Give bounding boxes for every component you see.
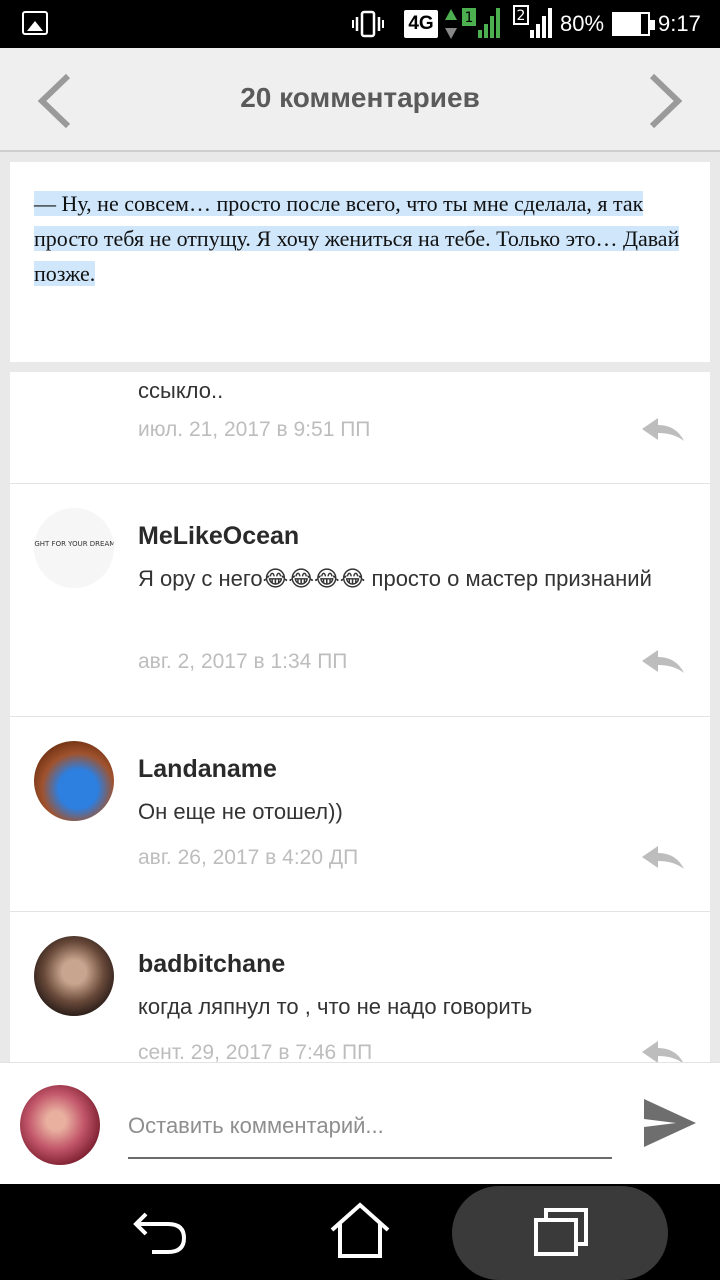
sim1-badge: 1 bbox=[465, 10, 474, 26]
comment-text: Он еще не отошел)) bbox=[138, 799, 343, 824]
status-bar: 4G 1 2 80% 9:17 bbox=[0, 0, 720, 48]
page-title: 20 комментариев bbox=[240, 82, 480, 113]
battery-percent: 80% bbox=[560, 11, 605, 36]
avatar[interactable] bbox=[34, 936, 114, 1016]
reply-icon[interactable] bbox=[640, 843, 686, 873]
comment-composer bbox=[0, 1062, 720, 1184]
my-avatar bbox=[20, 1085, 100, 1165]
clock: 9:17 bbox=[658, 11, 701, 36]
chevron-right-icon[interactable] bbox=[644, 72, 686, 130]
comment-item: Landaname Он еще не отошел)) авг. 26, 20… bbox=[10, 717, 710, 912]
comment-item: badbitchane когда ляпнул то , что не над… bbox=[10, 912, 710, 1062]
comment-text: Я ору с него😂😂😂😂 просто о мастер признан… bbox=[138, 566, 652, 591]
signal-icon: 1 bbox=[462, 8, 500, 38]
vibrate-icon bbox=[352, 10, 384, 38]
comment-date: авг. 2, 2017 в 1:34 ПП bbox=[138, 650, 348, 673]
comment-item: ссыкло.. июл. 21, 2017 в 9:51 ПП bbox=[10, 372, 710, 484]
system-nav-bar bbox=[0, 1184, 720, 1280]
comment-author[interactable]: MeLikeOcean bbox=[138, 521, 299, 551]
reply-icon[interactable] bbox=[640, 647, 686, 677]
comment-item: FIGHT FOR YOUR DREAMS MeLikeOcean Я ору … bbox=[10, 484, 710, 717]
highlighted-quote: — Ну, не совсем… просто после всего, что… bbox=[34, 191, 680, 286]
battery-icon bbox=[612, 12, 655, 36]
comment-text: ссыкло.. bbox=[138, 378, 224, 403]
comments-list[interactable]: ссыкло.. июл. 21, 2017 в 9:51 ПП FIGHT F… bbox=[10, 372, 710, 1062]
reply-icon[interactable] bbox=[640, 1038, 686, 1062]
back-icon[interactable] bbox=[132, 1206, 190, 1256]
svg-text:FIGHT FOR YOUR DREAMS: FIGHT FOR YOUR DREAMS bbox=[34, 540, 114, 548]
comment-text: когда ляпнул то , что не надо говорить bbox=[138, 994, 533, 1019]
sim2-badge: 2 bbox=[517, 8, 526, 24]
gallery-icon bbox=[22, 11, 48, 35]
data-arrows-icon bbox=[445, 9, 457, 39]
avatar[interactable]: FIGHT FOR YOUR DREAMS bbox=[34, 508, 114, 588]
comment-date: авг. 26, 2017 в 4:20 ДП bbox=[138, 846, 359, 869]
quote-text: — Ну, не совсем… просто после всего, что… bbox=[34, 186, 694, 291]
network-type: 4G bbox=[404, 10, 438, 38]
quote-card: — Ну, не совсем… просто после всего, что… bbox=[10, 162, 710, 362]
comment-author[interactable]: Landaname bbox=[138, 754, 277, 784]
comment-author[interactable]: badbitchane bbox=[138, 949, 285, 979]
comment-date: июл. 21, 2017 в 9:51 ПП bbox=[138, 418, 371, 441]
comment-date: сент. 29, 2017 в 7:46 ПП bbox=[138, 1041, 373, 1062]
send-icon[interactable] bbox=[640, 1095, 698, 1151]
app-header: 20 комментариев bbox=[0, 48, 720, 152]
avatar-logo: FIGHT FOR YOUR DREAMS bbox=[34, 540, 114, 548]
recent-apps-icon[interactable] bbox=[532, 1206, 590, 1258]
signal-icon: 2 bbox=[513, 5, 552, 38]
avatar[interactable] bbox=[34, 741, 114, 821]
home-icon[interactable] bbox=[330, 1202, 390, 1260]
comment-input[interactable] bbox=[128, 1101, 612, 1159]
reply-icon[interactable] bbox=[640, 415, 686, 445]
